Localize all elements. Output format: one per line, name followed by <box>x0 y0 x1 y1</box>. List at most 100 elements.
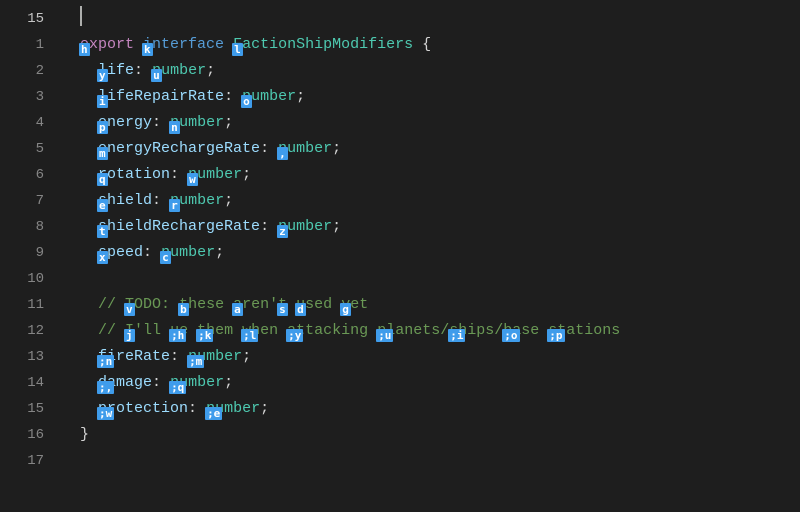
token-comment: ttacking <box>296 322 377 339</box>
jump-hint[interactable]: ;up <box>377 318 386 344</box>
jump-hint[interactable]: vT <box>125 292 134 318</box>
line-number: 8 <box>0 214 44 240</box>
token-type: umber <box>179 192 224 209</box>
jump-hint[interactable]: pe <box>98 110 107 136</box>
jump-hint[interactable]: gy <box>341 292 350 318</box>
jump-hint[interactable]: rn <box>170 188 179 214</box>
jump-hint[interactable]: ;,d <box>98 370 107 396</box>
token-type: actionShipModifiers <box>242 36 422 53</box>
token-punct: : <box>260 140 278 157</box>
jump-hint[interactable]: qr <box>98 162 107 188</box>
hint-label: ;q <box>169 381 186 394</box>
code-line[interactable] <box>62 266 800 292</box>
token-keyword: xport <box>89 36 143 53</box>
token-punct: : <box>224 88 242 105</box>
hint-label: i <box>97 95 108 108</box>
token-punct: : <box>170 348 188 365</box>
jump-hint[interactable]: cn <box>161 240 170 266</box>
line-number: 12 <box>0 318 44 344</box>
code-line[interactable]: ilifeRepairRate: onumber; <box>62 84 800 110</box>
code-line[interactable]: tshieldRechargeRate: znumber; <box>62 214 800 240</box>
code-line[interactable]: hexport kinterface lFactionShipModifiers… <box>62 32 800 58</box>
code-line[interactable]: xspeed: cnumber; <box>62 240 800 266</box>
code-line[interactable]: ylife: unumber; <box>62 58 800 84</box>
token-ident: otation <box>107 166 170 183</box>
jump-hint[interactable]: yl <box>98 58 107 84</box>
hint-label: c <box>160 251 171 264</box>
jump-hint[interactable]: ;qnu <box>170 370 188 396</box>
jump-hint[interactable]: ;nf <box>98 344 107 370</box>
token-ident: ireRate <box>107 348 170 365</box>
hint-label: ;w <box>97 407 114 420</box>
token-ident: hield <box>107 192 152 209</box>
code-line[interactable] <box>62 448 800 474</box>
token-ident: peed <box>107 244 143 261</box>
active-line[interactable] <box>62 6 800 32</box>
token-type: umber <box>287 140 332 157</box>
hint-label: ;h <box>169 329 186 342</box>
jump-hint[interactable]: ;ps <box>548 318 557 344</box>
jump-hint[interactable]: ,n <box>278 136 287 162</box>
hint-label: ;i <box>448 329 465 342</box>
jump-hint[interactable]: ;mnu <box>188 344 206 370</box>
jump-hint[interactable]: jI <box>125 318 134 344</box>
jump-hint[interactable]: st <box>278 292 287 318</box>
hint-label: ;u <box>376 329 393 342</box>
code-line[interactable]: menergyRechargeRate: ,number; <box>62 136 800 162</box>
token-punct: ; <box>332 140 341 157</box>
token-punct: : <box>152 114 170 131</box>
code-line[interactable]: ;wprotection: ;enumber; <box>62 396 800 422</box>
jump-hint[interactable]: ;hu <box>170 318 179 344</box>
hint-label: p <box>97 121 108 134</box>
token-comment: tations <box>557 322 620 339</box>
token-ident: rotection <box>107 400 188 417</box>
code-line[interactable]: // jI'll ;hue ;kthem ;lwhen ;yattacking … <box>62 318 800 344</box>
line-number: 1 <box>0 32 44 58</box>
jump-hint[interactable]: on <box>242 84 251 110</box>
jump-hint[interactable]: nn <box>170 110 179 136</box>
jump-hint[interactable]: un <box>152 58 161 84</box>
code-area[interactable]: hexport kinterface lFactionShipModifiers… <box>62 0 800 512</box>
jump-hint[interactable]: aa <box>233 292 242 318</box>
jump-hint[interactable]: lF <box>233 32 242 58</box>
code-line[interactable]: ;,damage: ;qnumber; <box>62 370 800 396</box>
jump-hint[interactable]: es <box>98 188 107 214</box>
jump-hint[interactable]: ;kt <box>197 318 206 344</box>
jump-hint[interactable]: ;wp <box>98 396 107 422</box>
jump-hint[interactable]: bt <box>179 292 188 318</box>
jump-hint[interactable]: ;lw <box>242 318 251 344</box>
jump-hint[interactable]: wn <box>188 162 197 188</box>
jump-hint[interactable]: ;ya <box>287 318 296 344</box>
jump-hint[interactable]: ;is <box>449 318 458 344</box>
code-editor[interactable]: 15 1 2 3 4 5 6 7 8 9 10 11 12 13 14 15 1… <box>0 0 800 512</box>
code-line[interactable]: qrotation: wnumber; <box>62 162 800 188</box>
jump-hint[interactable]: ;ob <box>503 318 512 344</box>
jump-hint[interactable]: xs <box>98 240 107 266</box>
hint-label: q <box>97 173 108 186</box>
token-ident: hieldRechargeRate <box>107 218 260 235</box>
code-line[interactable]: eshield: rnumber; <box>62 188 800 214</box>
jump-hint[interactable]: ki <box>143 32 152 58</box>
jump-hint[interactable]: il <box>98 84 107 110</box>
jump-hint[interactable]: ;enu <box>206 396 224 422</box>
token-punct: : <box>152 192 170 209</box>
jump-line-indicator: 15 <box>0 6 44 32</box>
jump-hint[interactable]: zn <box>278 214 287 240</box>
jump-hint[interactable]: he <box>80 32 89 58</box>
jump-hint[interactable]: me <box>98 136 107 162</box>
token-ident: nergyRechargeRate <box>107 140 260 157</box>
hint-label: y <box>97 69 108 82</box>
code-line[interactable]: ;nfireRate: ;mnumber; <box>62 344 800 370</box>
hint-label: l <box>232 43 243 56</box>
jump-hint[interactable]: du <box>296 292 305 318</box>
text-cursor <box>80 6 82 26</box>
line-number: 9 <box>0 240 44 266</box>
token-type: umber <box>287 218 332 235</box>
code-line[interactable]: } <box>62 422 800 448</box>
hint-label: m <box>97 147 108 160</box>
code-line[interactable]: penergy: nnumber; <box>62 110 800 136</box>
code-line[interactable]: // vTODO: bthese aaren'st dused gyet <box>62 292 800 318</box>
line-number-gutter: 15 1 2 3 4 5 6 7 8 9 10 11 12 13 14 15 1… <box>0 0 62 512</box>
line-number: 4 <box>0 110 44 136</box>
jump-hint[interactable]: ts <box>98 214 107 240</box>
